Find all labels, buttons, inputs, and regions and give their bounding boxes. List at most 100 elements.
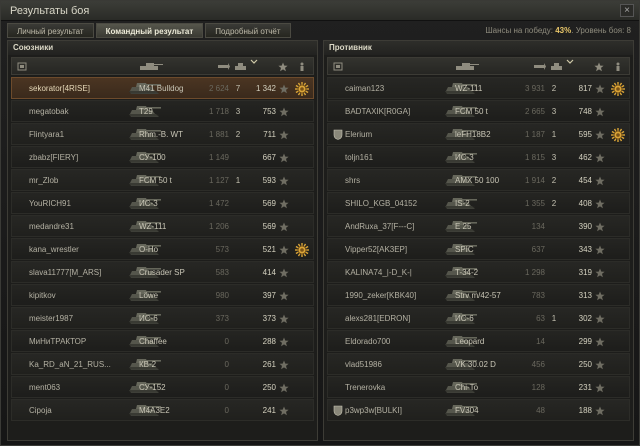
player-row[interactable]: p3wp3w[BULKI] FV304 48 188	[327, 399, 630, 421]
player-name[interactable]: KALINA74_|-D_K-|	[345, 268, 450, 277]
player-name[interactable]: meister1987	[29, 314, 134, 323]
damage-value: 1 815	[524, 153, 545, 162]
player-row[interactable]: Eldorado700 Leopard 14 299	[327, 330, 630, 352]
player-row[interactable]: mr_Zlob FCM 50 t1 127 1 593	[11, 169, 314, 191]
player-name[interactable]: SHILO_KGB_04152	[345, 199, 450, 208]
player-name[interactable]: slava11777[M_ARS]	[29, 268, 134, 277]
player-name[interactable]: Flintyara1	[29, 130, 134, 139]
medal-icon[interactable]	[294, 81, 310, 97]
player-row[interactable]: Ka_RD_aN_21_RUS... КВ-2 0 261	[11, 353, 314, 375]
xp-value: 299	[578, 337, 592, 346]
player-name[interactable]: Ka_RD_aN_21_RUS...	[29, 360, 134, 369]
kills-col-icon[interactable]	[234, 62, 248, 71]
tab-team-result[interactable]: Командный результат	[95, 23, 204, 38]
xp-value: 595	[578, 130, 592, 139]
tank-col-icon[interactable]	[138, 62, 164, 71]
xp-star-col-icon[interactable]	[594, 62, 604, 72]
player-row[interactable]: vlad51986 VK 30.02 D 456 250	[327, 353, 630, 375]
sort-chevron-down-icon[interactable]	[566, 59, 574, 68]
xp-value: 748	[578, 107, 592, 116]
player-row[interactable]: zbabz[FIERY] СУ-100 1 149 667	[11, 146, 314, 168]
enemies-panel: Противник caiman123 WZ-111 3 931 2 817 B…	[323, 40, 634, 441]
player-row[interactable]: Cipoja M4A3E2 0 241	[11, 399, 314, 421]
player-row[interactable]: Elerium leFH18B2 1 187 1 595	[327, 123, 630, 145]
medal-col-icon[interactable]	[614, 62, 622, 71]
player-row-current[interactable]: sekorator[4RISE] M41 Bulldog 2 624 7 1 342	[11, 77, 314, 99]
tab-personal-result[interactable]: Личный результат	[7, 23, 94, 38]
player-name[interactable]: p3wp3w[BULKI]	[345, 406, 450, 415]
player-row[interactable]: kana_wrestler O-Ho 573 521	[11, 238, 314, 260]
player-name[interactable]: Trenerovka	[345, 383, 450, 392]
player-name[interactable]: Eldorado700	[345, 337, 450, 346]
star-icon	[279, 291, 289, 301]
player-name[interactable]: shrs	[345, 176, 450, 185]
star-icon	[595, 222, 605, 232]
player-name[interactable]: YouRICH91	[29, 199, 134, 208]
medal-icon[interactable]	[610, 81, 626, 97]
xp-star-col-icon[interactable]	[278, 62, 288, 72]
close-button[interactable]: ×	[620, 4, 634, 17]
player-name[interactable]: BADTAXIK[R0GA]	[345, 107, 450, 116]
player-row[interactable]: BADTAXIK[R0GA] FCM 50 t2 665 3 748	[327, 100, 630, 122]
player-row[interactable]: megatobak T29 1 718 3 753	[11, 100, 314, 122]
player-name[interactable]: Elerium	[345, 130, 450, 139]
damage-col-icon[interactable]	[217, 62, 231, 71]
player-row[interactable]: alexs281[EDRON] ИС-6 63 1 302	[327, 307, 630, 329]
player-name[interactable]: kana_wrestler	[29, 245, 134, 254]
player-row[interactable]: SHILO_KGB_04152 IS-2 1 355 2 408	[327, 192, 630, 214]
player-row[interactable]: toljn161 ИС-3 1 815 3 462	[327, 146, 630, 168]
tank-col-icon[interactable]	[454, 62, 480, 71]
damage-col-icon[interactable]	[533, 62, 547, 71]
player-row[interactable]: ment063 СУ-152 0 250	[11, 376, 314, 398]
xp-value: 241	[262, 406, 276, 415]
player-row[interactable]: kipitkov Löwe 980 397	[11, 284, 314, 306]
squad-col-icon[interactable]	[17, 62, 27, 71]
player-name[interactable]: medandre31	[29, 222, 134, 231]
player-name[interactable]: kipitkov	[29, 291, 134, 300]
player-row[interactable]: Trenerovka Chi-To 128 231	[327, 376, 630, 398]
player-name[interactable]: megatobak	[29, 107, 134, 116]
player-row[interactable]: caiman123 WZ-111 3 931 2 817	[327, 77, 630, 99]
xp-value: 1 342	[255, 84, 276, 93]
player-name[interactable]: 1990_zeker[KBK40]	[345, 291, 450, 300]
squad-col-icon[interactable]	[333, 62, 343, 71]
player-row[interactable]: meister1987 ИС-6 373 373	[11, 307, 314, 329]
medal-icon[interactable]	[610, 127, 626, 143]
player-name[interactable]: МиНиТРАКТОР	[29, 337, 134, 346]
medal-icon[interactable]	[294, 242, 310, 258]
window-title: Результаты боя	[10, 5, 90, 17]
player-row[interactable]: YouRICH91 ИС-3 1 472 569	[11, 192, 314, 214]
xp-value: 569	[262, 222, 276, 231]
player-name[interactable]: zbabz[FIERY]	[29, 153, 134, 162]
player-row[interactable]: shrs AMX 50 100 1 914 2 454	[327, 169, 630, 191]
player-row[interactable]: 1990_zeker[KBK40] Strv m/42-57 783 313	[327, 284, 630, 306]
star-icon	[595, 176, 605, 186]
damage-value: 0	[224, 360, 229, 369]
damage-value: 0	[224, 406, 229, 415]
player-name[interactable]: alexs281[EDRON]	[345, 314, 450, 323]
player-name[interactable]: toljn161	[345, 153, 450, 162]
xp-value: 711	[263, 130, 276, 139]
player-name[interactable]: mr_Zlob	[29, 176, 134, 185]
player-name[interactable]: sekorator[4RISE]	[29, 84, 134, 93]
player-name[interactable]: Vipper52[AK3EP]	[345, 245, 450, 254]
xp-value: 521	[262, 245, 276, 254]
sort-chevron-down-icon[interactable]	[250, 59, 258, 68]
medal-col-icon[interactable]	[298, 62, 306, 71]
tab-detailed-report[interactable]: Подробный отчёт	[205, 23, 291, 38]
player-row[interactable]: KALINA74_|-D_K-| T-34-2 1 298 319	[327, 261, 630, 283]
player-name[interactable]: AndRuxa_37[F---C]	[345, 222, 450, 231]
win-chance-info: Шансы на победу: 43%. Уровень боя: 8	[485, 26, 631, 35]
player-row[interactable]: medandre31 WZ-111 1 206 569	[11, 215, 314, 237]
player-name[interactable]: vlad51986	[345, 360, 450, 369]
player-name[interactable]: ment063	[29, 383, 134, 392]
damage-value: 134	[531, 222, 545, 231]
player-row[interactable]: Flintyara1 Rhm.-B. WT 1 881 2 711	[11, 123, 314, 145]
kills-col-icon[interactable]	[550, 62, 564, 71]
player-name[interactable]: caiman123	[345, 84, 450, 93]
player-name[interactable]: Cipoja	[29, 406, 134, 415]
player-row[interactable]: МиНиТРАКТОР Chaffee 0 288	[11, 330, 314, 352]
player-row[interactable]: slava11777[M_ARS] Crusader SP 583 414	[11, 261, 314, 283]
player-row[interactable]: Vipper52[AK3EP] SPIC 637 343	[327, 238, 630, 260]
player-row[interactable]: AndRuxa_37[F---C] E 25 134 390	[327, 215, 630, 237]
